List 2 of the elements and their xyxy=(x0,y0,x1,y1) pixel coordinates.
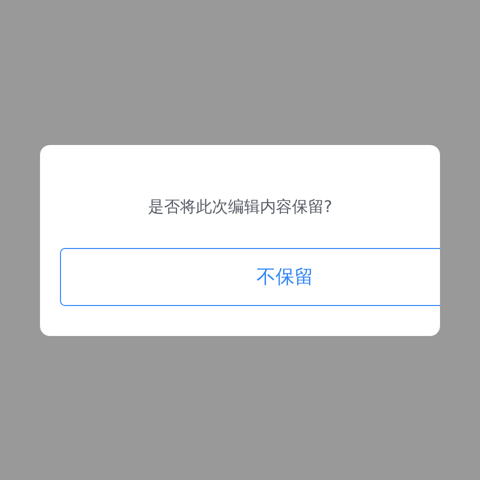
discard-button[interactable]: 不保留 xyxy=(60,248,440,306)
dialog-message: 是否将此次编辑内容保留? xyxy=(146,196,334,218)
